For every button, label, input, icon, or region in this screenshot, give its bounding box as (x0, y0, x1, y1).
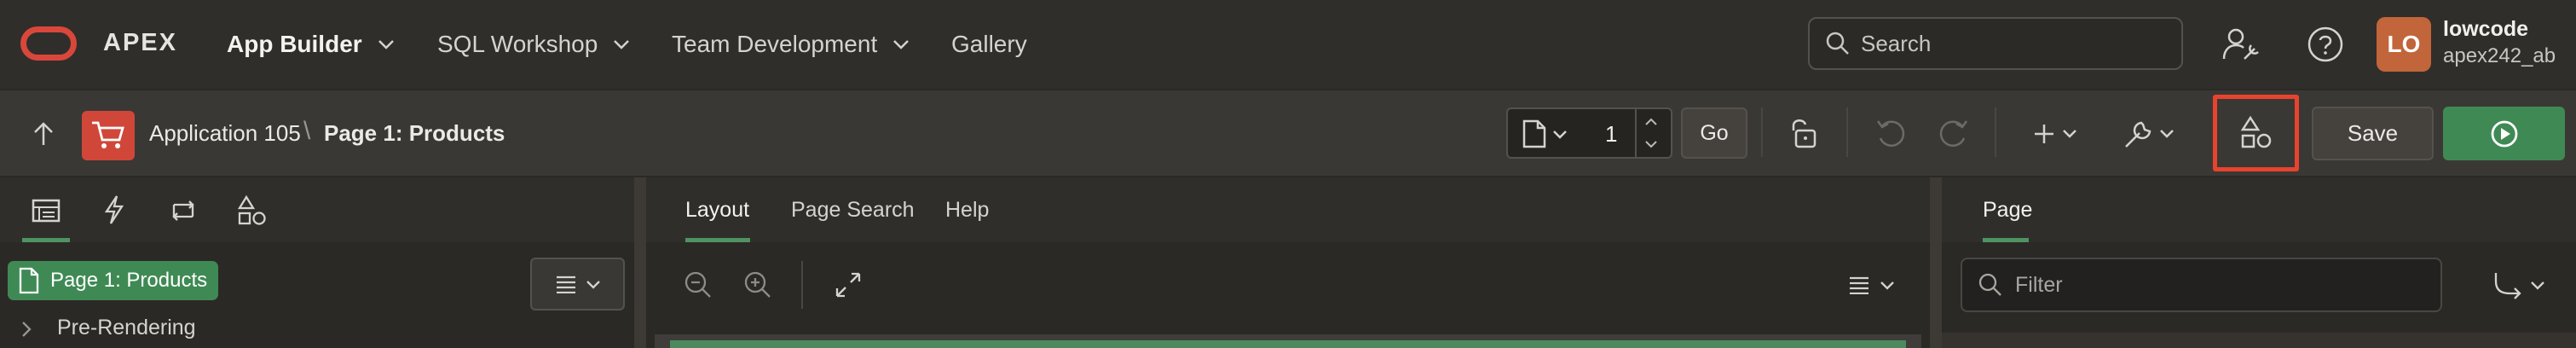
chevron-down-icon[interactable] (2159, 129, 2175, 138)
active-tab-indicator (22, 238, 70, 242)
rendering-tree-icon[interactable] (31, 198, 61, 223)
nav-gallery-label: Gallery (951, 31, 1027, 57)
property-filter-input[interactable]: Filter (1961, 258, 2442, 312)
property-editor-tabs (1942, 177, 2576, 242)
undo-icon[interactable] (1875, 118, 1906, 148)
nav-gallery[interactable]: Gallery (951, 31, 1027, 58)
processing-icon[interactable] (167, 196, 199, 225)
chevron-down-icon (893, 40, 910, 49)
lock-icon[interactable] (1788, 116, 1817, 150)
dynamic-actions-icon[interactable] (102, 194, 126, 225)
nav-sql-workshop-label: SQL Workshop (437, 31, 598, 57)
nav-team-development-label: Team Development (672, 31, 878, 57)
left-splitter[interactable] (634, 177, 646, 348)
toolbar-divider (1995, 107, 1996, 157)
body-region-strip[interactable] (670, 340, 1906, 348)
page-icon (1522, 119, 1546, 148)
filter-placeholder: Filter (2015, 272, 2063, 297)
search-icon (1978, 273, 2001, 296)
tab-layout[interactable]: Layout (685, 198, 749, 223)
stepper-down-icon[interactable] (1644, 140, 1658, 148)
expand-icon[interactable] (834, 270, 863, 299)
chevron-right-icon[interactable] (21, 321, 32, 338)
tree-node-page-label: Page 1: Products (50, 269, 208, 292)
active-tab-indicator (1983, 238, 2029, 242)
go-button[interactable]: Go (1681, 107, 1747, 159)
utilities-wrench-icon[interactable] (2123, 118, 2155, 150)
chevron-down-icon (378, 40, 394, 49)
shared-components-icon[interactable] (237, 194, 268, 227)
breadcrumb-application[interactable]: Application 105 (149, 120, 301, 147)
page-icon (19, 267, 39, 294)
plus-icon[interactable] (2032, 122, 2056, 146)
chevron-down-icon[interactable] (1552, 130, 1568, 139)
oracle-logo-icon[interactable] (20, 26, 77, 61)
run-page-button[interactable] (2443, 107, 2565, 160)
tab-page-search[interactable]: Page Search (791, 198, 915, 223)
go-to-group-icon[interactable] (2491, 270, 2527, 300)
shared-components-highlight (2213, 95, 2299, 171)
list-icon[interactable] (1848, 276, 1870, 294)
help-icon[interactable] (2307, 26, 2344, 63)
chevron-down-icon[interactable] (2530, 281, 2545, 290)
nav-app-builder[interactable]: App Builder (227, 31, 395, 58)
avatar[interactable]: LO (2377, 17, 2431, 72)
breadcrumb-page: Page 1: Products (324, 120, 505, 146)
nav-app-builder-label: App Builder (227, 31, 362, 57)
zoom-in-icon[interactable] (743, 270, 772, 299)
administration-icon[interactable] (2221, 25, 2260, 64)
tree-menu-button[interactable] (530, 258, 625, 310)
application-icon[interactable] (82, 111, 135, 160)
right-splitter[interactable] (1930, 177, 1942, 348)
page-selector[interactable]: 1 (1506, 107, 1672, 159)
page-number-input[interactable]: 1 (1605, 121, 1617, 148)
tab-page[interactable]: Page (1983, 198, 2032, 223)
shopping-cart-icon (92, 121, 124, 148)
stepper-up-icon[interactable] (1644, 118, 1658, 126)
tree-node-pre-rendering[interactable]: Pre-Rendering (57, 316, 196, 340)
search-placeholder: Search (1861, 30, 1932, 56)
chevron-down-icon (614, 40, 630, 49)
apex-brand[interactable]: APEX (103, 29, 177, 57)
toolbar-divider (1761, 107, 1763, 157)
nav-team-development[interactable]: Team Development (672, 31, 910, 58)
toolbar-divider (801, 261, 803, 309)
user-name[interactable]: lowcode (2443, 17, 2528, 42)
workspace-name[interactable]: apex242_ab (2443, 44, 2556, 68)
zoom-out-icon[interactable] (684, 270, 713, 299)
active-tab-indicator (685, 238, 750, 242)
global-search-input[interactable]: Search (1808, 17, 2183, 70)
breadcrumb-separator: \ (303, 117, 311, 145)
left-pane-tabs (0, 177, 634, 242)
property-group-header (1942, 333, 2576, 348)
save-button[interactable]: Save (2312, 107, 2434, 160)
arrow-up-icon[interactable] (32, 121, 55, 147)
chevron-down-icon[interactable] (2062, 129, 2077, 138)
list-icon (556, 276, 575, 293)
tree-node-page[interactable]: Page 1: Products (8, 261, 218, 300)
tab-help[interactable]: Help (945, 198, 989, 223)
redo-icon[interactable] (1938, 118, 1969, 148)
nav-sql-workshop[interactable]: SQL Workshop (437, 31, 630, 58)
chevron-down-icon[interactable] (1880, 281, 1895, 290)
stepper-divider (1635, 109, 1637, 157)
chevron-down-icon (586, 280, 600, 289)
search-icon (1826, 32, 1849, 55)
play-icon (2491, 120, 2517, 147)
toolbar-divider (1846, 107, 1848, 157)
